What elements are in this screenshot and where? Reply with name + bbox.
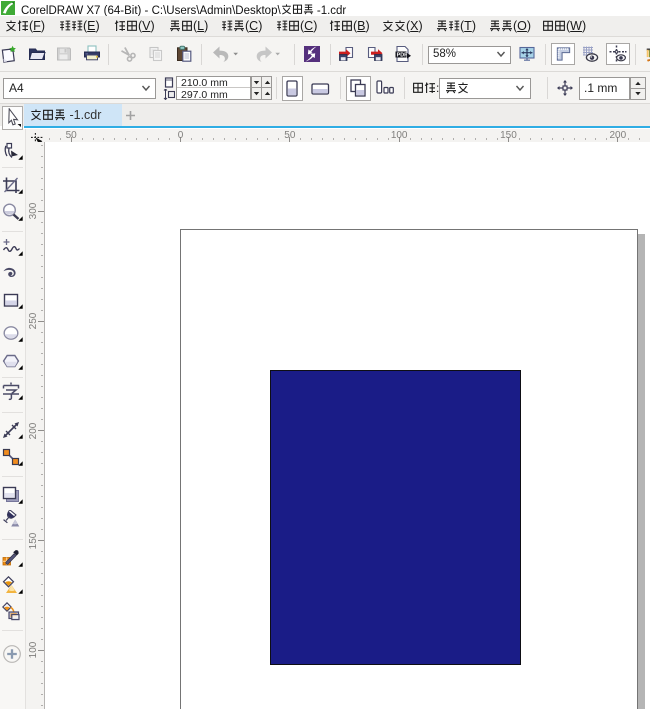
svg-text:PDF: PDF <box>397 52 408 58</box>
